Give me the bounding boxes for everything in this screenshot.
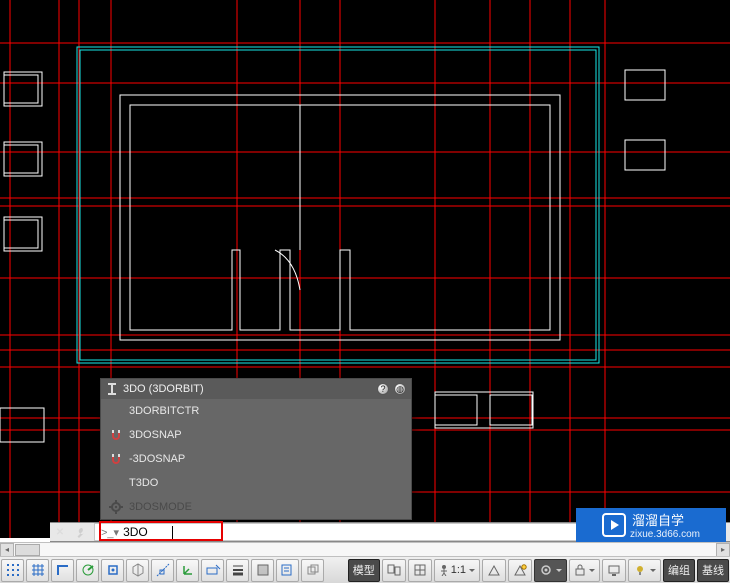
- grid-display-button[interactable]: [26, 559, 49, 582]
- insert-icon: [105, 382, 119, 396]
- command-prompt: >_▾: [101, 526, 119, 539]
- chevron-down-icon: [469, 569, 475, 572]
- model-label: 模型: [353, 562, 375, 578]
- scale-label: 1:1: [451, 564, 466, 576]
- status-toolbar: 模型 1:1 编组 基线: [0, 556, 730, 583]
- snap-grid-button[interactable]: [1, 559, 24, 582]
- command-input[interactable]: [123, 525, 173, 539]
- gear-icon: [109, 500, 123, 514]
- human-scale-icon: [439, 564, 449, 576]
- suggest-help-button[interactable]: ?: [376, 382, 390, 396]
- triangle-icon: [487, 563, 501, 577]
- ortho-button[interactable]: [51, 559, 74, 582]
- layout-quickview-button[interactable]: [382, 559, 406, 582]
- globe-icon: ◍: [394, 383, 406, 395]
- selection-cycling-button[interactable]: [301, 559, 324, 582]
- drawings-icon: [413, 563, 427, 577]
- annoauto-button[interactable]: [508, 559, 532, 582]
- group-mode-button[interactable]: 编组: [663, 559, 695, 582]
- isolate-button[interactable]: [628, 559, 661, 582]
- dyn-input-button[interactable]: [201, 559, 224, 582]
- baseline-mode-button[interactable]: 基线: [697, 559, 729, 582]
- play-icon: [602, 513, 626, 537]
- horizontal-scrollbar[interactable]: ◂ ▸: [0, 542, 730, 556]
- annoscale-button[interactable]: 1:1: [434, 559, 480, 582]
- help-icon: ?: [377, 383, 389, 395]
- close-icon: ✕: [56, 527, 64, 538]
- scroll-thumb[interactable]: [15, 544, 40, 556]
- watermark-title: 溜溜自学: [632, 510, 700, 529]
- command-suggest-box: 3DO (3DORBIT) ? ◍ 3DORBITCTR 3DOSNAP -3D…: [100, 378, 412, 520]
- osnap-button[interactable]: [101, 559, 124, 582]
- suggest-item-label: 3DOSNAP: [129, 429, 182, 441]
- scroll-left-button[interactable]: ◂: [0, 543, 14, 557]
- quickprops-button[interactable]: [276, 559, 299, 582]
- bulb-icon: [633, 563, 647, 577]
- otrack-button[interactable]: [151, 559, 174, 582]
- hardware-accel-button[interactable]: [602, 559, 626, 582]
- scroll-right-button[interactable]: ▸: [716, 543, 730, 557]
- wrench-icon: [73, 525, 87, 539]
- anno-auto-icon: [513, 563, 527, 577]
- chevron-down-icon: [589, 569, 595, 572]
- magnet-icon: [109, 452, 123, 466]
- suggest-item-sysvar[interactable]: 3DOSMODE: [101, 495, 411, 519]
- suggest-item-label: 3DORBITCTR: [129, 405, 199, 417]
- suggest-internet-button[interactable]: ◍: [393, 382, 407, 396]
- suggest-item[interactable]: 3DOSNAP: [101, 423, 411, 447]
- toolbar-lock-button[interactable]: [569, 559, 600, 582]
- text-cursor: [172, 526, 173, 539]
- watermark-badge: 溜溜自学 zixue.3d66.com: [576, 508, 726, 542]
- suggest-selected-label: 3DO (3DORBIT): [123, 383, 373, 395]
- watermark-sub: zixue.3d66.com: [630, 529, 700, 540]
- annovis-button[interactable]: [482, 559, 506, 582]
- layout-icon: [387, 563, 401, 577]
- lineweight-button[interactable]: [226, 559, 249, 582]
- suggest-item-label: T3DO: [129, 477, 158, 489]
- close-cmd-button[interactable]: ✕: [52, 524, 68, 540]
- chevron-down-icon: [650, 569, 656, 572]
- 3dosnap-button[interactable]: [126, 559, 149, 582]
- chevron-down-icon: [556, 569, 562, 572]
- suggest-item[interactable]: -3DOSNAP: [101, 447, 411, 471]
- model-space-button[interactable]: 模型: [348, 559, 380, 582]
- gear-icon: [539, 563, 553, 577]
- magnet-icon: [109, 428, 123, 442]
- transparency-button[interactable]: [251, 559, 274, 582]
- suggest-item[interactable]: T3DO: [101, 471, 411, 495]
- suggest-header[interactable]: 3DO (3DORBIT) ? ◍: [101, 379, 411, 399]
- scroll-track[interactable]: [14, 543, 716, 557]
- workspace-button[interactable]: [534, 559, 567, 582]
- suggest-item-label: 3DOSMODE: [129, 501, 192, 513]
- monitor-icon: [607, 563, 621, 577]
- suggest-item[interactable]: 3DORBITCTR: [101, 399, 411, 423]
- group-label: 编组: [668, 562, 690, 578]
- lock-icon: [574, 563, 586, 577]
- baseline-label: 基线: [702, 562, 724, 578]
- ducs-button[interactable]: [176, 559, 199, 582]
- quickview-drawings-button[interactable]: [408, 559, 432, 582]
- polar-button[interactable]: [76, 559, 99, 582]
- customize-cmd-button[interactable]: [72, 524, 88, 540]
- suggest-item-label: -3DOSNAP: [129, 453, 185, 465]
